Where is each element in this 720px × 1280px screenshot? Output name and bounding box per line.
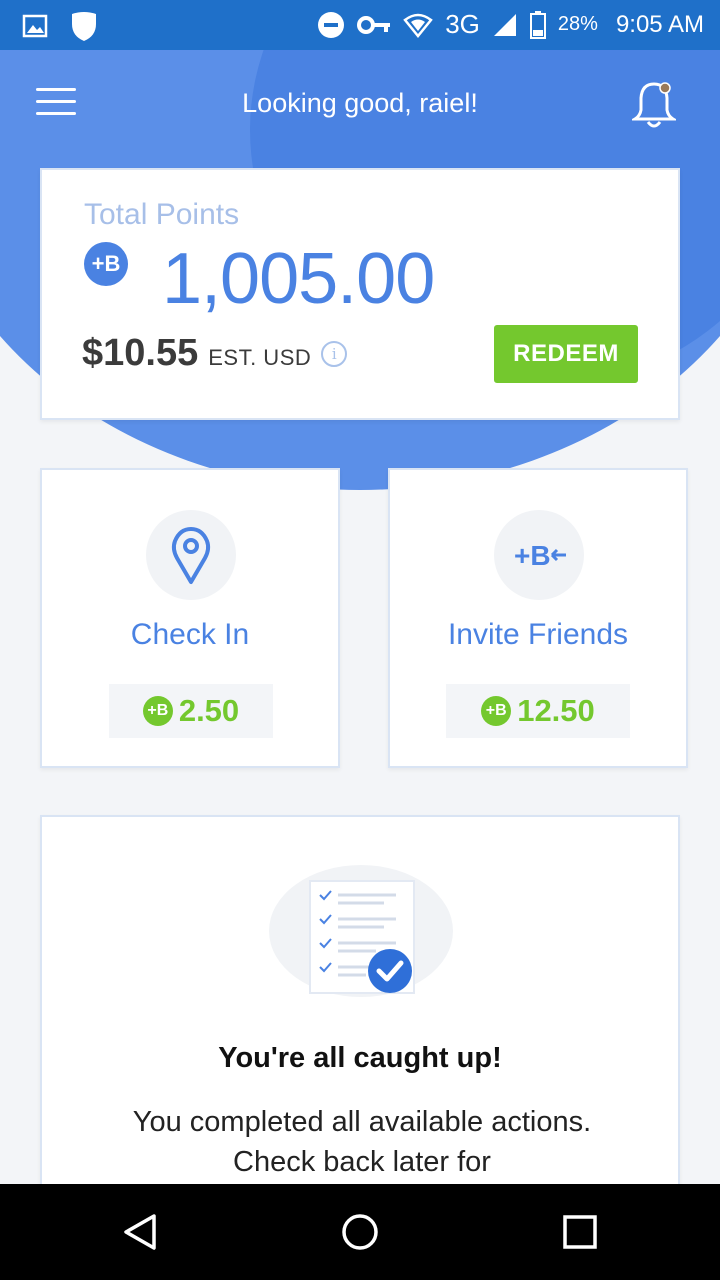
shield-icon xyxy=(72,12,96,41)
image-icon xyxy=(22,14,48,38)
redeem-button[interactable]: REDEEM xyxy=(494,325,638,383)
caught-up-card: You're all caught up! You completed all … xyxy=(40,815,680,1235)
vpn-key-icon xyxy=(357,15,391,34)
invite-friends-card[interactable]: +B Invite Friends +B 12.50 xyxy=(388,468,688,768)
greeting-text: Looking good, raiel! xyxy=(242,88,478,118)
recents-icon[interactable] xyxy=(560,1212,600,1252)
points-coin-icon: +B xyxy=(142,696,173,726)
invite-friends-reward: +B 12.50 xyxy=(446,684,630,738)
invite-icon-circle: +B xyxy=(494,510,584,600)
check-in-title: Check In xyxy=(130,618,250,651)
do-not-disturb-icon xyxy=(318,11,345,38)
battery-icon xyxy=(529,10,546,39)
points-coin-icon: +B xyxy=(481,696,512,726)
caught-up-title: You're all caught up! xyxy=(218,1042,502,1074)
estimated-usd: $10.55 EST. USD i xyxy=(82,332,348,375)
info-icon[interactable]: i xyxy=(321,340,348,367)
back-icon[interactable] xyxy=(120,1212,160,1252)
check-in-card[interactable]: Check In +B 2.50 xyxy=(40,468,340,768)
total-points-label: Total Points xyxy=(84,198,240,231)
home-icon[interactable] xyxy=(340,1212,380,1252)
network-type: 3G xyxy=(445,9,480,39)
total-points-card: Total Points +B 1,005.00 $10.55 EST. USD… xyxy=(40,168,680,420)
total-points-value: 1,005.00 xyxy=(162,239,435,319)
notification-bell-icon[interactable] xyxy=(632,80,676,130)
check-in-icon-circle xyxy=(146,510,236,600)
invite-friends-title: Invite Friends xyxy=(447,618,629,651)
status-bar: 3G 28% 9:05 AM xyxy=(0,0,720,50)
clock: 9:05 AM xyxy=(615,10,704,38)
invite-points-icon: +B xyxy=(514,540,566,571)
usd-label: EST. USD xyxy=(208,345,312,370)
check-in-reward-value: 2.50 xyxy=(178,693,240,728)
battery-percent: 28% xyxy=(557,13,598,35)
invite-friends-reward-value: 12.50 xyxy=(517,693,595,728)
svg-text:+B: +B xyxy=(514,540,551,571)
usd-amount: $10.55 xyxy=(82,332,199,374)
location-pin-icon xyxy=(171,527,211,584)
checklist-illustration-icon xyxy=(269,865,453,997)
signal-icon xyxy=(493,13,516,36)
system-navigation-bar xyxy=(0,1184,720,1280)
app-bar: Looking good, raiel! xyxy=(0,50,720,160)
wifi-icon xyxy=(403,13,433,38)
check-in-reward: +B 2.50 xyxy=(109,684,273,738)
caught-up-message: You completed all available actions. Che… xyxy=(132,1106,592,1178)
points-coin-icon: +B xyxy=(84,242,128,286)
